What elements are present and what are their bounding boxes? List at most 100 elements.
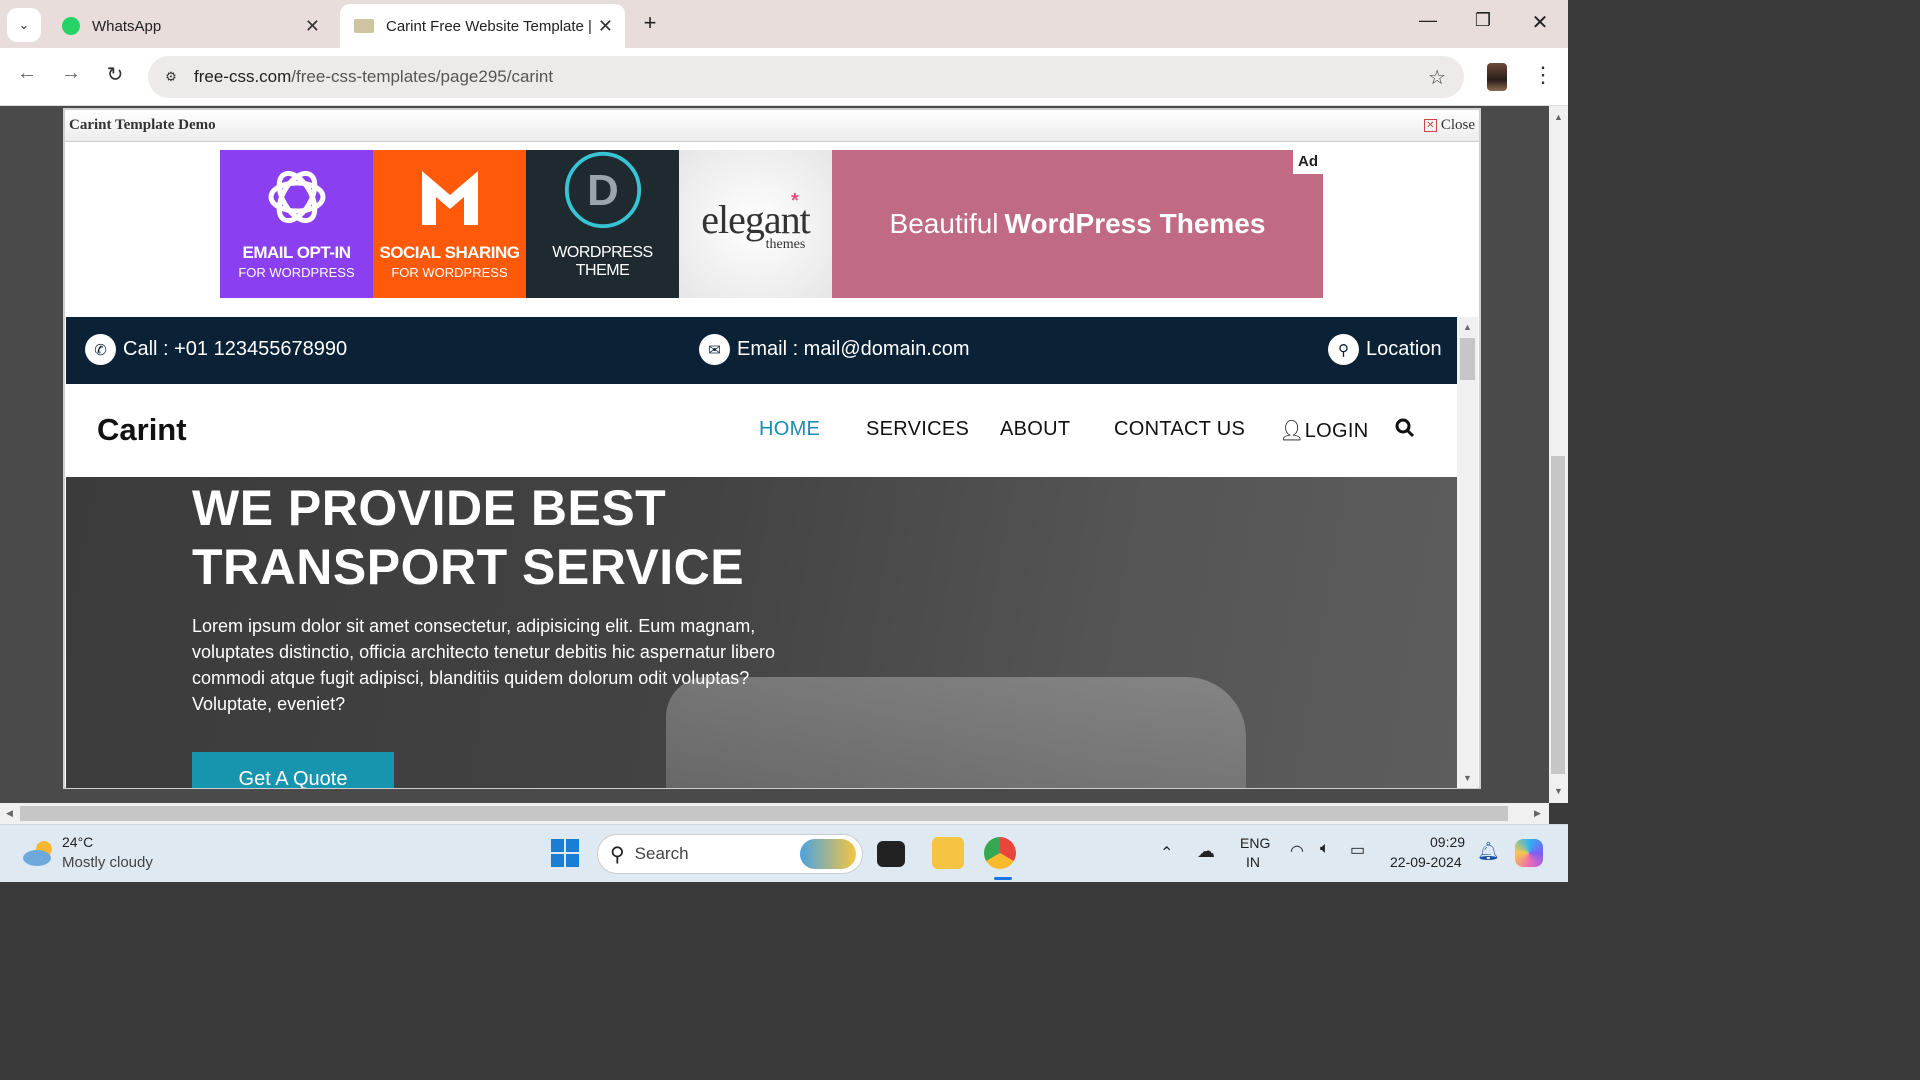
weather-cloud-icon[interactable] — [22, 839, 56, 867]
template-preview-frame: ✆ Call : +01 123455678990 ✉ Email : mail… — [66, 317, 1478, 788]
divi-logo-icon: D — [564, 151, 641, 229]
windows-taskbar: 24°C Mostly cloudy ⚲ Search ⌃ ☁ ENG IN ◠… — [0, 824, 1568, 882]
chevron-up-icon[interactable]: ⌃ — [1160, 843, 1173, 863]
forward-button[interactable]: → — [56, 62, 86, 85]
hero-text: Lorem ipsum dolor sit amet consectetur, … — [192, 616, 775, 714]
modal-title: Carint Template Demo — [69, 117, 216, 133]
location-link[interactable]: ⚲ Location — [1328, 334, 1442, 365]
ad-tile-wordpress-theme[interactable]: D WORDPRESS THEME — [526, 150, 679, 298]
close-tab-icon[interactable]: ✕ — [598, 16, 613, 37]
modal-close-button[interactable]: ✕ Close — [1423, 117, 1475, 134]
tab-title: Carint Free Website Template | F — [386, 17, 596, 35]
minimize-button[interactable]: — — [1408, 10, 1448, 31]
speaker-icon[interactable]: 🔈︎ — [1320, 840, 1330, 858]
elegant-logo-subtext: themes — [765, 236, 806, 252]
scroll-down-icon[interactable]: ▼ — [1554, 786, 1563, 796]
weather-desc[interactable]: Mostly cloudy — [62, 854, 153, 871]
get-quote-button[interactable]: Get A Quote — [192, 752, 394, 788]
taskbar-search-box[interactable]: ⚲ Search — [597, 834, 863, 874]
nav-login[interactable]: 👤︎LOGIN — [1279, 418, 1368, 443]
bookmark-star-icon[interactable]: ☆ — [1428, 65, 1446, 90]
close-icon: ✕ — [1423, 119, 1437, 132]
back-button[interactable]: ← — [12, 62, 42, 85]
close-window-button[interactable]: ✕ — [1520, 10, 1560, 35]
region-code[interactable]: IN — [1246, 854, 1260, 870]
ad-tile-subtitle: FOR WORDPRESS — [238, 265, 355, 280]
battery-icon[interactable]: ▭ — [1350, 840, 1365, 860]
nav-contact-us[interactable]: CONTACT US — [1114, 418, 1245, 441]
scroll-right-icon[interactable]: ▶ — [1534, 808, 1541, 819]
tab-carint[interactable]: Carint Free Website Template | F ✕ — [340, 4, 625, 48]
browser-toolbar: ← → ↻ ⚙ free-css.com/free-css-templates/… — [0, 48, 1568, 106]
whatsapp-icon — [62, 17, 80, 35]
tab-title: WhatsApp — [92, 17, 162, 35]
taskbar-search-label: Search — [634, 844, 689, 863]
ad-banner[interactable]: EMAIL OPT-IN FOR WORDPRESS SOCIAL SHARIN… — [220, 150, 1323, 298]
scroll-thumb[interactable] — [1551, 456, 1565, 774]
ad-banner-bold: WordPress Themes — [1004, 208, 1266, 239]
email-text: Email : mail@domain.com — [737, 338, 970, 360]
ad-tile-social-sharing[interactable]: SOCIAL SHARING FOR WORDPRESS — [373, 150, 526, 298]
search-icon[interactable] — [1395, 418, 1415, 444]
close-tab-icon[interactable]: ✕ — [305, 16, 320, 37]
asterisk-icon: * — [791, 190, 799, 212]
notification-bell-icon[interactable]: 🔔︎ — [1477, 841, 1500, 862]
reload-button[interactable]: ↻ — [100, 62, 130, 87]
profile-avatar[interactable] — [1487, 63, 1507, 91]
tab-search-button[interactable]: ⌄ — [7, 8, 41, 42]
scroll-down-icon[interactable]: ▼ — [1463, 773, 1472, 783]
phone-icon: ✆ — [85, 334, 116, 365]
hero-title: WE PROVIDE BEST TRANSPORT SERVICE — [192, 480, 745, 595]
ad-tile-email-optin[interactable]: EMAIL OPT-IN FOR WORDPRESS — [220, 150, 373, 298]
frame-scrollbar[interactable]: ▲ ▼ — [1457, 317, 1478, 788]
tab-strip: ⌄ WhatsApp ✕ Carint Free Website Templat… — [0, 0, 1568, 48]
contact-topbar: ✆ Call : +01 123455678990 ✉ Email : mail… — [66, 317, 1457, 384]
email-link[interactable]: ✉ Email : mail@domain.com — [699, 334, 970, 365]
copilot-icon[interactable] — [1515, 839, 1543, 867]
ad-tile-elegant-themes[interactable]: elegant themes * — [679, 150, 832, 298]
address-bar[interactable]: ⚙ free-css.com/free-css-templates/page29… — [148, 56, 1464, 98]
onedrive-cloud-icon[interactable]: ☁ — [1197, 841, 1215, 862]
bloom-logo-icon — [268, 170, 325, 224]
page-horizontal-scrollbar[interactable]: ◀ ▶ — [0, 803, 1549, 824]
nav-services[interactable]: SERVICES — [866, 418, 969, 441]
site-brand[interactable]: Carint — [97, 412, 187, 448]
browser-menu-icon[interactable]: ⋮ — [1532, 62, 1554, 88]
monarch-logo-icon — [421, 171, 478, 225]
scroll-left-icon[interactable]: ◀ — [6, 808, 13, 819]
clock-time[interactable]: 09:29 — [1430, 834, 1465, 850]
hero-section: WE PROVIDE BEST TRANSPORT SERVICE Lorem i… — [66, 477, 1457, 788]
language-code[interactable]: ENG — [1240, 835, 1270, 851]
site-info-icon[interactable]: ⚙ — [160, 66, 182, 88]
ad-label[interactable]: Ad — [1293, 150, 1323, 174]
chrome-icon[interactable] — [984, 837, 1016, 869]
clock-date[interactable]: 22-09-2024 — [1390, 854, 1462, 870]
ad-banner-text-panel[interactable]: Beautiful WordPress Themes Ad — [832, 150, 1323, 298]
envelope-icon: ✉ — [699, 334, 730, 365]
restore-button[interactable]: ❐ — [1463, 10, 1503, 31]
tab-whatsapp[interactable]: WhatsApp ✕ — [48, 4, 332, 48]
search-icon: ⚲ — [610, 843, 625, 866]
search-highlight-icon — [800, 839, 856, 869]
scroll-up-icon[interactable]: ▲ — [1463, 322, 1472, 332]
new-tab-button[interactable]: + — [630, 10, 670, 36]
nav-home[interactable]: HOME — [759, 418, 820, 441]
page-vertical-scrollbar[interactable]: ▲ ▼ — [1549, 106, 1568, 803]
scroll-up-icon[interactable]: ▲ — [1554, 112, 1563, 122]
file-explorer-icon[interactable] — [932, 837, 964, 869]
ad-banner-text: Beautiful — [889, 208, 999, 239]
scroll-thumb[interactable] — [20, 806, 1508, 821]
nav-about[interactable]: ABOUT — [1000, 418, 1070, 441]
location-text: Location — [1366, 338, 1442, 360]
ad-tile-title: WORDPRESS THEME — [552, 244, 653, 279]
task-view-icon[interactable] — [877, 841, 905, 867]
call-link[interactable]: ✆ Call : +01 123455678990 — [85, 334, 347, 365]
active-app-indicator — [994, 877, 1012, 880]
wifi-icon[interactable]: ◠ — [1290, 841, 1304, 861]
scroll-thumb[interactable] — [1460, 338, 1475, 380]
windows-start-icon[interactable] — [551, 839, 580, 868]
map-pin-icon: ⚲ — [1328, 334, 1359, 365]
ad-tile-subtitle: FOR WORDPRESS — [391, 265, 508, 280]
weather-temp[interactable]: 24°C — [62, 834, 93, 850]
url-text[interactable]: free-css.com/free-css-templates/page295/… — [194, 67, 553, 87]
